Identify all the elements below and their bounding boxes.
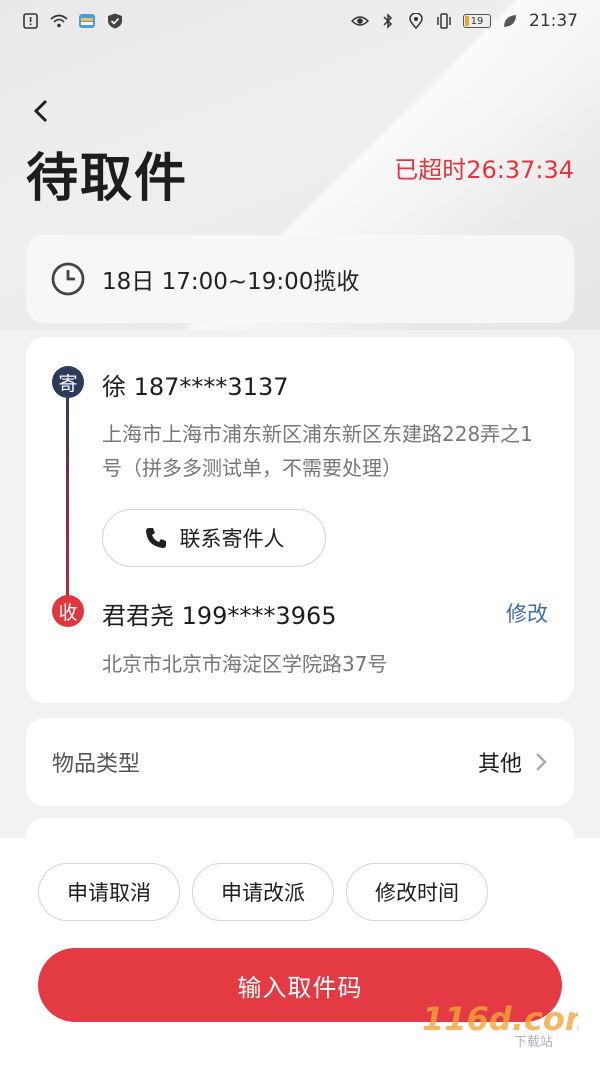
- location-icon: [409, 13, 423, 29]
- status-time: 21:37: [529, 11, 578, 31]
- page-title: 待取件: [26, 149, 189, 209]
- receiver-badge: 收: [52, 595, 84, 627]
- vibrate-icon: [437, 13, 451, 29]
- receiver-name-phone: 君君尧 199****3965: [102, 602, 337, 630]
- wallet-app-icon: [79, 14, 95, 28]
- overdue-timer: 已超时26:37:34: [394, 156, 574, 184]
- sender-name-phone: 徐 187****3137: [102, 373, 289, 401]
- pickup-time-card: 18日 17:00~19:00揽收: [26, 235, 574, 323]
- modify-receiver-link[interactable]: 修改: [506, 598, 548, 628]
- receiver-address: 北京市北京市海淀区学院路37号: [102, 652, 388, 676]
- sim-alert-icon: [23, 13, 38, 29]
- route-line: [66, 385, 69, 609]
- contact-sender-button[interactable]: 联系寄件人: [102, 509, 326, 567]
- bluetooth-icon: [383, 13, 393, 29]
- watermark-logo: 116d.com 下载站: [422, 1000, 578, 1048]
- chevron-left-icon: [33, 99, 48, 123]
- pickup-time-window: 18日 17:00~19:00揽收: [102, 269, 360, 295]
- address-card: 寄 徐 187****3137 上海市上海市浦东新区浦东新区东建路228弄之1号…: [26, 337, 574, 703]
- item-type-value: 其他: [477, 752, 522, 777]
- leaf-icon: [504, 15, 516, 27]
- sender-badge: 寄: [52, 366, 84, 398]
- watermark-sub: 下载站: [514, 1035, 553, 1048]
- item-type-row[interactable]: 物品类型 其他: [26, 718, 574, 806]
- battery-level: 19: [470, 15, 484, 27]
- chevron-right-icon: [536, 753, 547, 771]
- contact-sender-label: 联系寄件人: [179, 527, 285, 551]
- eye-icon: [351, 16, 369, 26]
- battery-indicator: 19: [463, 14, 491, 28]
- back-button[interactable]: [26, 96, 56, 126]
- sender-address: 上海市上海市浦东新区浦东新区东建路228弄之1号（拼多多测试单，不需要处理）: [102, 422, 533, 480]
- change-time-button[interactable]: 修改时间: [346, 863, 488, 921]
- clock-icon: [51, 262, 85, 296]
- shield-icon: [108, 13, 122, 29]
- request-reassign-button[interactable]: 申请改派: [192, 863, 334, 921]
- watermark-text: 116d.com: [422, 1000, 578, 1038]
- item-type-label: 物品类型: [52, 752, 141, 777]
- status-bar: 19 21:37: [0, 0, 600, 42]
- wifi-icon: [50, 14, 68, 28]
- phone-icon: [145, 528, 166, 548]
- request-cancel-button[interactable]: 申请取消: [38, 863, 180, 921]
